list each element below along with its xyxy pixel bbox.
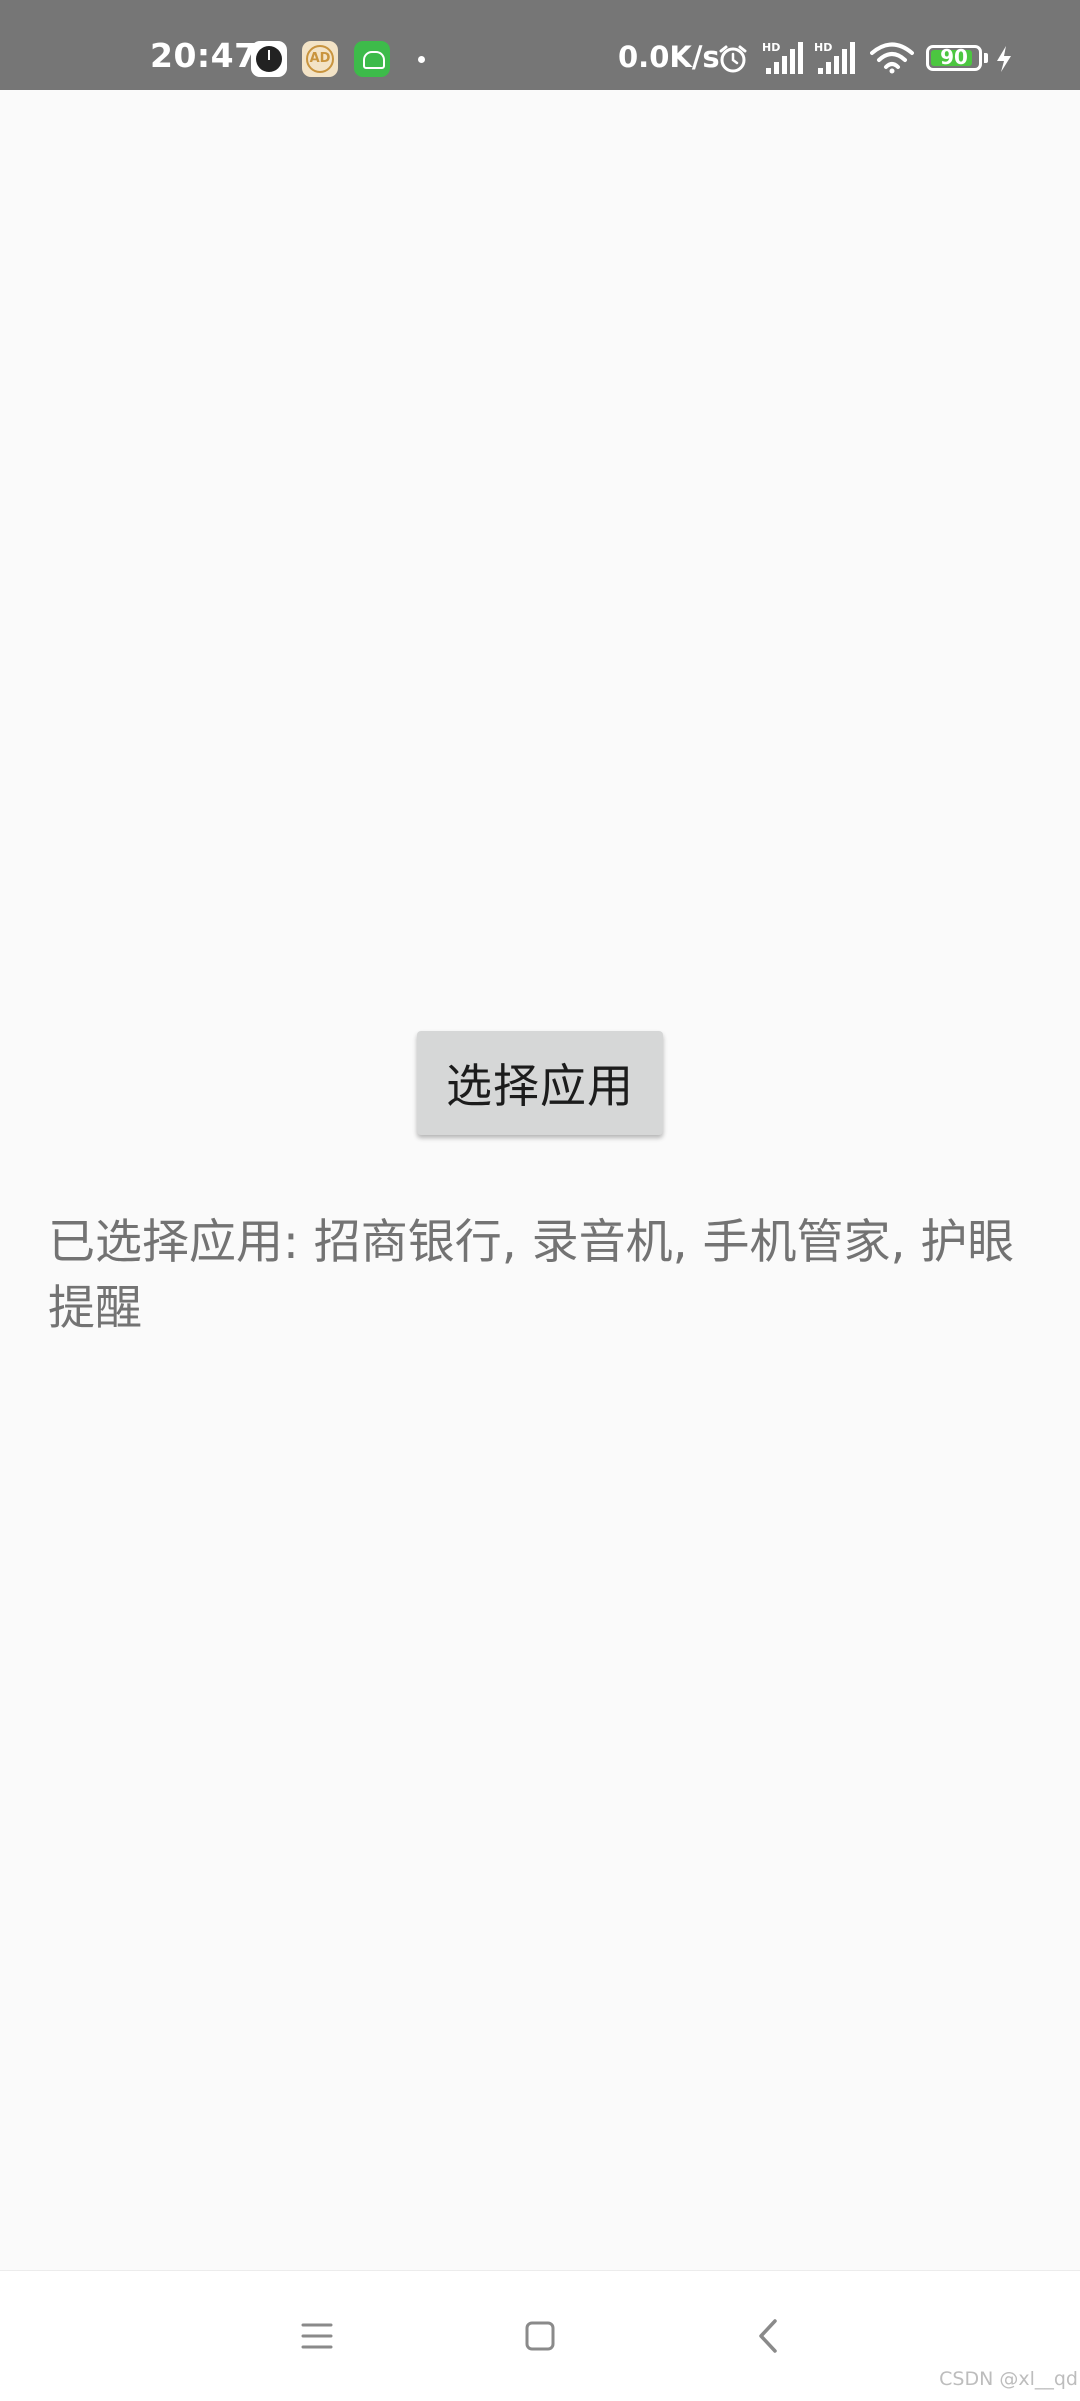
alarm-icon (719, 45, 747, 73)
signal-hd-icon: HD (814, 41, 855, 74)
status-bar: 20:47 AD 0.0K/s HD HD 90 (0, 0, 1080, 90)
notification-dot-icon (418, 56, 425, 63)
home-icon[interactable] (505, 2301, 575, 2371)
selected-apps-text: 已选择应用: 招商银行, 录音机, 手机管家, 护眼提醒 (48, 1215, 1015, 1336)
charging-icon (997, 46, 1011, 72)
wifi-icon (870, 42, 914, 74)
back-icon[interactable] (733, 2301, 803, 2371)
ad-badge-text: AD (306, 45, 334, 73)
clock-app-icon (251, 41, 287, 77)
select-app-button[interactable]: 选择应用 (417, 1031, 663, 1135)
ad-app-icon: AD (302, 41, 338, 77)
status-time: 20:47 (150, 36, 258, 75)
svg-text:HD: HD (814, 41, 832, 54)
network-speed: 0.0K/s (618, 40, 720, 74)
watermark: CSDN @xl__qd (939, 2368, 1078, 2390)
signal-hd-icon: HD (762, 41, 803, 74)
battery-tip (984, 53, 988, 63)
menu-icon[interactable] (282, 2301, 352, 2371)
battery-level: 90 (940, 45, 968, 69)
svg-text:HD: HD (762, 41, 780, 54)
android-app-icon (354, 41, 390, 77)
navigation-bar (0, 2270, 1080, 2401)
battery-icon: 90 (926, 45, 982, 71)
